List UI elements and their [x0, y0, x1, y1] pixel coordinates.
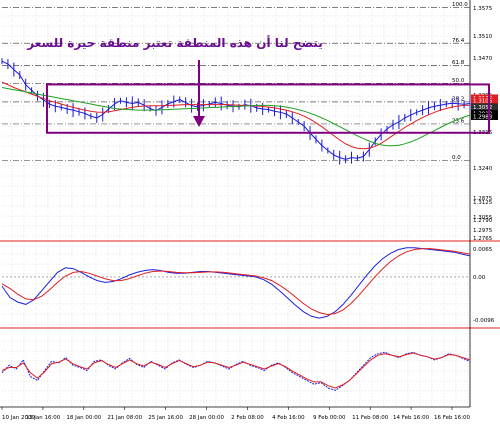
fib-level-label: 0.0 [452, 155, 461, 161]
y-tick-label: 1.3575 [473, 6, 493, 12]
x-tick-label: 13 Jan 16:00 [25, 415, 60, 421]
y-tick-label: 1.2765 [473, 236, 493, 242]
x-tick-label: 21 Jan 08:00 [107, 415, 142, 421]
price-labels: 1.31391.31061.30521.30101.2988 [471, 94, 498, 120]
indicator-1-y-tick-label: 0.00 [473, 275, 486, 281]
x-tick-label: 9 Feb 00:00 [313, 415, 346, 421]
indicator-1-y-tick-label: 0.0065 [473, 247, 493, 253]
chart-window: 100.076.461.850.038.223.60.0 1.35751.351… [0, 0, 500, 424]
x-tick-label: 28 Jan 00:00 [189, 415, 224, 421]
indicator-1-y-tick-label: -0.0096 [473, 318, 495, 324]
y-tick-label: 1.3240 [473, 166, 493, 172]
fib-level-label: 50.0 [452, 78, 465, 84]
y-tick-label: 1.3510 [473, 34, 493, 40]
chart-background [0, 0, 500, 424]
fib-level-label: 76.4 [452, 38, 465, 44]
x-tick-label: 11 Feb 08:00 [352, 415, 389, 421]
fib-level-label: 61.8 [452, 60, 465, 66]
x-tick-label: 25 Jan 16:00 [148, 415, 183, 421]
x-tick-label: 4 Feb 16:00 [272, 415, 305, 421]
x-tick-label: 2 Feb 08:00 [231, 415, 264, 421]
y-tick-label: 1.2875 [473, 196, 493, 202]
x-tick-label: 14 Feb 16:00 [393, 415, 430, 421]
x-tick-label: 16 Feb 16:00 [434, 415, 471, 421]
y-tick-label: 1.2975 [473, 228, 493, 234]
annotation-text: يتضح لنا أن هذه المنطقة تعتبر منطقة حيرة… [26, 35, 323, 50]
y-tick-label: 1.3470 [473, 56, 493, 62]
y-tick-label: 1.2790 [473, 218, 493, 224]
fib-level-label: 100.0 [452, 2, 468, 8]
x-tick-label: 18 Jan 00:00 [66, 415, 101, 421]
chart-canvas: 100.076.461.850.038.223.60.0 1.35751.351… [0, 0, 500, 424]
